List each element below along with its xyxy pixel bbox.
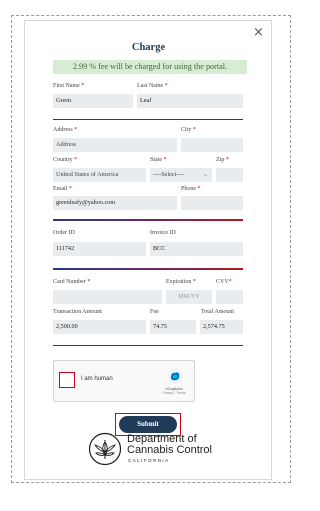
card-number-field[interactable] [53,290,162,304]
state-label: State * [150,157,167,163]
first-name-label: First Name * [53,83,85,89]
city-label: City * [181,127,196,133]
section-divider [53,219,243,221]
transaction-amount-field[interactable]: 2,500.00 [53,320,146,334]
phone-field[interactable] [181,196,243,210]
zip-label: Zip * [216,157,229,163]
card-number-label: Card Number * [53,279,91,285]
order-id-field[interactable]: 111742 [53,242,146,256]
zip-field[interactable] [216,168,243,182]
hcaptcha-logo-icon [167,368,183,384]
captcha-brand: hCaptcha Privacy - Terms [156,386,192,396]
dialog-title: Charge [131,42,166,53]
cvv-label: CVV* [216,279,232,285]
expiration-label: Expiration * [166,279,196,285]
expiration-field[interactable]: MM/YY [166,290,212,304]
total-amount-label: Total Amount [201,309,235,315]
email-label: Email * [53,186,72,192]
submit-button[interactable]: Submit [119,416,177,433]
city-field[interactable] [181,138,243,152]
address-label: Address * [53,127,78,133]
section-divider [53,345,243,346]
captcha-checkbox[interactable] [59,372,75,388]
email-field[interactable]: greenleafy@yahoo.com [53,196,177,210]
close-icon[interactable]: × [253,26,264,39]
invoice-id-label: Invoice ID [150,230,176,236]
fee-field: 74.75 [150,320,196,334]
order-id-label: Order ID [53,230,75,236]
dcc-state: CALIFORNIA [128,458,170,463]
captcha-links[interactable]: Privacy - Terms [156,391,192,396]
fee-label: Fee [150,309,159,315]
address-field[interactable]: Address [53,138,177,152]
fee-notice: 2.99 % fee will be charged for using the… [53,60,247,74]
last-name-field[interactable]: Leaf [137,94,243,108]
section-divider [53,119,243,120]
transaction-amount-label: Transaction Amount [53,309,102,315]
phone-label: Phone * [181,186,201,192]
cvv-field[interactable] [216,290,243,304]
state-select[interactable]: ----Select---- ⌄ [150,168,212,182]
chevron-down-icon: ⌄ [202,172,208,178]
dcc-leaf-logo-icon [88,432,122,466]
country-select[interactable]: United States of America [53,168,146,182]
total-amount-field: 2,574.75 [200,320,243,334]
dcc-org-name: Department of Cannabis Control [127,433,212,456]
country-label: Country * [53,157,78,163]
section-divider [53,268,243,270]
captcha-label: I am human [81,376,113,382]
last-name-label: Last Name * [137,83,168,89]
invoice-id-field[interactable]: BCC [150,242,243,256]
first-name-field[interactable]: Green [53,94,133,108]
